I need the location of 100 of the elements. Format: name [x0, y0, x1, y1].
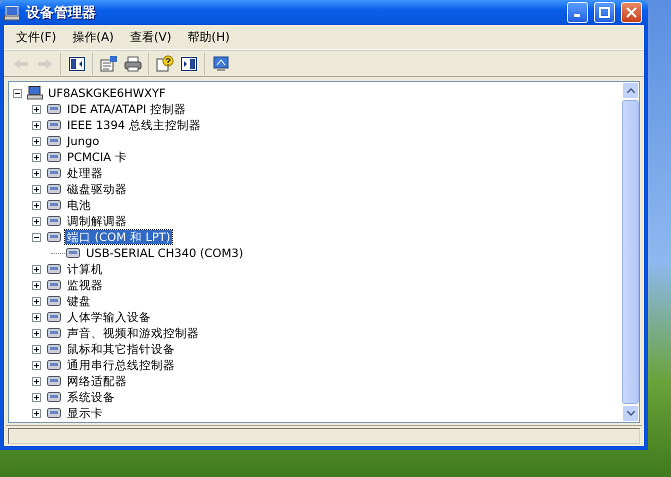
pane-icon [181, 56, 197, 70]
expand-toggle[interactable] [32, 104, 41, 114]
device-icon [46, 214, 62, 228]
plus-icon [33, 314, 40, 320]
device-icon [46, 182, 62, 196]
expand-toggle[interactable] [32, 296, 41, 306]
plus-icon [33, 106, 40, 112]
device-icon [46, 278, 62, 292]
plus-icon [33, 362, 40, 368]
properties-icon [100, 56, 118, 72]
plus-icon [33, 154, 40, 160]
tree-item[interactable]: 鼠标和其它指针设备 [65, 342, 177, 356]
expand-toggle[interactable] [32, 168, 41, 178]
device-icon [46, 118, 62, 132]
tree-item[interactable]: UF8ASKGKE6HWXYF [46, 86, 168, 100]
plus-icon [33, 330, 40, 336]
expand-toggle[interactable] [32, 280, 41, 290]
plus-icon [33, 138, 40, 144]
tree-item[interactable]: 监视器 [65, 278, 105, 292]
plus-icon [33, 410, 40, 416]
plus-icon [33, 282, 40, 288]
device-icon [46, 166, 62, 180]
expand-toggle[interactable] [32, 392, 41, 402]
forward-arrow-icon [38, 58, 52, 68]
tree-item[interactable]: 端口 (COM 和 LPT) [65, 230, 172, 244]
menu-item[interactable]: 帮助(H) [179, 26, 238, 48]
tree-item[interactable]: 系统设备 [65, 390, 117, 404]
device-icon [46, 374, 62, 388]
tree-item[interactable]: 处理器 [65, 166, 105, 180]
device-icon [46, 230, 62, 244]
scroll-up-button[interactable] [622, 82, 639, 99]
tree-item[interactable]: IDE ATA/ATAPI 控制器 [65, 102, 188, 116]
menu-item[interactable]: 文件(F) [8, 26, 64, 48]
plus-icon [33, 170, 40, 176]
expand-toggle[interactable] [32, 200, 41, 210]
device-icon [46, 294, 62, 308]
maximize-icon [599, 7, 610, 18]
plus-icon [33, 202, 40, 208]
tree-item[interactable]: PCMCIA 卡 [65, 150, 129, 164]
computer-icon [27, 86, 43, 100]
device-icon [46, 390, 62, 404]
window-title: 设备管理器 [26, 4, 97, 22]
tree-item[interactable]: 电池 [65, 198, 93, 212]
tree-item[interactable]: 声音、视频和游戏控制器 [65, 326, 201, 340]
device-icon [65, 246, 81, 260]
chevron-up-icon [626, 88, 634, 93]
device-icon [46, 310, 62, 324]
expand-toggle[interactable] [32, 312, 41, 322]
tree-item[interactable]: USB-SERIAL CH340 (COM3) [84, 246, 246, 260]
tree-item[interactable]: 键盘 [65, 294, 93, 308]
expand-toggle[interactable] [32, 360, 41, 370]
expand-toggle[interactable] [32, 152, 41, 162]
maximize-button[interactable] [594, 2, 615, 23]
plus-icon [33, 298, 40, 304]
menu-item[interactable]: 查看(V) [122, 26, 180, 48]
device-icon [46, 326, 62, 340]
scroll-down-button[interactable] [622, 405, 639, 422]
tree-item[interactable]: 计算机 [65, 262, 105, 276]
pane-icon [69, 56, 85, 70]
monitor-scan-icon [213, 56, 229, 72]
tree-item[interactable]: 磁盘驱动器 [65, 182, 129, 196]
tree-item[interactable]: 调制解调器 [65, 214, 129, 228]
help-document-icon [156, 55, 174, 72]
close-icon [626, 7, 637, 18]
tree-item[interactable]: 人体学输入设备 [65, 310, 153, 324]
tree-item[interactable]: IEEE 1394 总线主控制器 [65, 118, 203, 132]
expand-toggle[interactable] [13, 88, 22, 98]
device-icon [46, 262, 62, 276]
expand-toggle[interactable] [32, 328, 41, 338]
plus-icon [33, 186, 40, 192]
expand-toggle[interactable] [32, 232, 41, 242]
expand-toggle[interactable] [32, 136, 41, 146]
plus-icon [33, 218, 40, 224]
expand-toggle[interactable] [32, 408, 41, 418]
minimize-button[interactable] [567, 2, 588, 23]
plus-icon [33, 266, 40, 272]
device-icon [46, 198, 62, 212]
tree-item[interactable]: 通用串行总线控制器 [65, 358, 177, 372]
expand-toggle[interactable] [32, 264, 41, 274]
close-button[interactable] [621, 2, 642, 23]
device-icon [46, 134, 62, 148]
device-icon [46, 406, 62, 420]
tree-item[interactable]: Jungo [65, 134, 102, 148]
device-icon [46, 358, 62, 372]
computer-icon [4, 4, 20, 20]
tree-item[interactable]: 显示卡 [65, 406, 105, 420]
expand-toggle[interactable] [32, 120, 41, 130]
device-icon [46, 102, 62, 116]
tree-item[interactable]: 网络适配器 [65, 374, 129, 388]
expand-toggle[interactable] [32, 344, 41, 354]
plus-icon [33, 122, 40, 128]
plus-icon [33, 346, 40, 352]
device-icon [46, 150, 62, 164]
expand-toggle[interactable] [32, 216, 41, 226]
plus-icon [33, 378, 40, 384]
expand-toggle[interactable] [32, 376, 41, 386]
menu-item[interactable]: 操作(A) [64, 26, 122, 48]
device-icon [46, 342, 62, 356]
expand-toggle[interactable] [32, 184, 41, 194]
toolbar-button[interactable] [154, 52, 176, 74]
